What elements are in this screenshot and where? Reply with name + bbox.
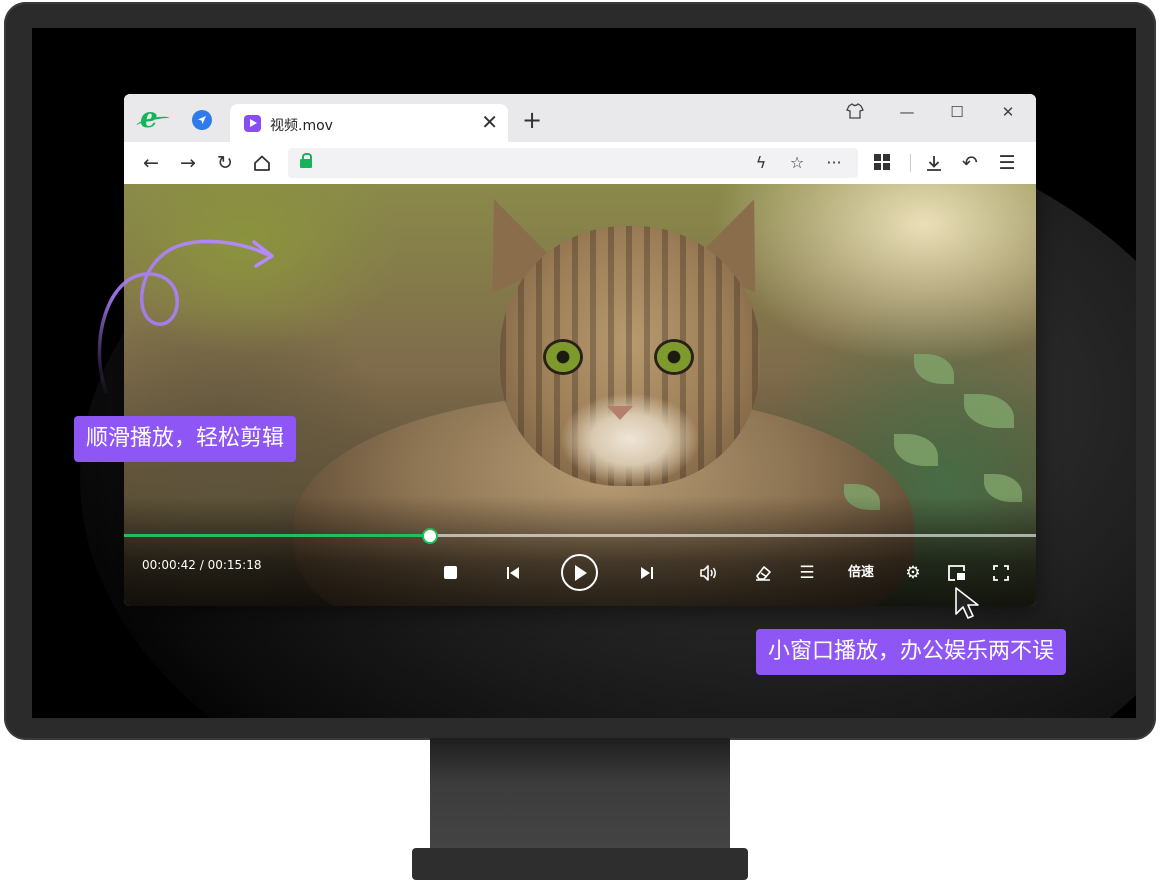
reload-icon[interactable]: ↻: [212, 150, 238, 176]
mouse-cursor-icon: [955, 587, 979, 619]
navigation-icon[interactable]: [192, 110, 212, 130]
next-button[interactable]: [634, 560, 660, 586]
leaf: [964, 394, 1014, 428]
cat-eye-right: [657, 342, 691, 372]
minimize-button[interactable]: —: [894, 102, 920, 122]
play-button[interactable]: [561, 554, 598, 591]
home-icon[interactable]: [249, 150, 275, 176]
progress-fill: [124, 534, 431, 537]
stop-icon: [444, 566, 457, 579]
tab-active[interactable]: 视频.mov ✕: [230, 104, 508, 142]
undo-icon[interactable]: ↶: [957, 150, 983, 176]
url-input[interactable]: ϟ ☆ ···: [288, 148, 858, 178]
menu-icon[interactable]: ☰: [994, 150, 1020, 176]
callout-pip: 小窗口播放，办公娱乐两不误: [756, 629, 1067, 675]
download-icon[interactable]: [921, 150, 947, 176]
toolbar-separator: [910, 154, 911, 172]
monitor-stand-neck: [430, 738, 730, 850]
cat-head: [500, 226, 760, 486]
lightning-icon[interactable]: ϟ: [748, 150, 774, 176]
speed-button[interactable]: 倍速: [842, 560, 880, 586]
cat-nose: [607, 406, 633, 420]
forward-icon[interactable]: →: [175, 150, 201, 176]
skin-icon[interactable]: [842, 102, 868, 122]
tab-title: 视频.mov: [270, 118, 333, 134]
leaf: [914, 354, 954, 384]
leaf: [894, 434, 938, 466]
address-bar: ← → ↻ ϟ ☆ ··· ↶ ☰: [124, 142, 1036, 185]
cat-eye-left: [546, 342, 580, 372]
eraser-icon[interactable]: [750, 560, 776, 586]
browser-logo-icon[interactable]: e: [140, 104, 170, 132]
fullscreen-icon[interactable]: [988, 560, 1014, 586]
back-icon[interactable]: ←: [138, 150, 164, 176]
time-readout: 00:00:42 / 00:15:18: [142, 558, 262, 572]
apps-grid-icon[interactable]: [874, 154, 890, 170]
pip-icon[interactable]: [944, 560, 970, 586]
monitor-stand-base: [412, 848, 748, 880]
callout-smooth-playback: 顺滑播放，轻松剪辑: [74, 416, 297, 462]
close-window-button[interactable]: ✕: [995, 102, 1021, 122]
playlist-icon[interactable]: ☰: [794, 560, 820, 586]
video-file-icon: [244, 115, 261, 132]
star-icon[interactable]: ☆: [784, 150, 810, 176]
maximize-button[interactable]: ☐: [944, 102, 970, 122]
new-tab-button[interactable]: +: [522, 106, 542, 134]
settings-icon[interactable]: ⚙: [900, 560, 926, 586]
volume-button[interactable]: [696, 560, 722, 586]
more-icon[interactable]: ···: [821, 150, 847, 176]
tab-close-icon[interactable]: ✕: [481, 110, 498, 134]
progress-bar[interactable]: [124, 528, 1036, 544]
stop-button[interactable]: [438, 560, 464, 586]
lock-icon: [300, 153, 312, 168]
curly-arrow-icon: [97, 239, 274, 394]
tab-bar: e 视频.mov ✕ + — ☐ ✕: [124, 94, 1036, 142]
previous-button[interactable]: [500, 560, 526, 586]
